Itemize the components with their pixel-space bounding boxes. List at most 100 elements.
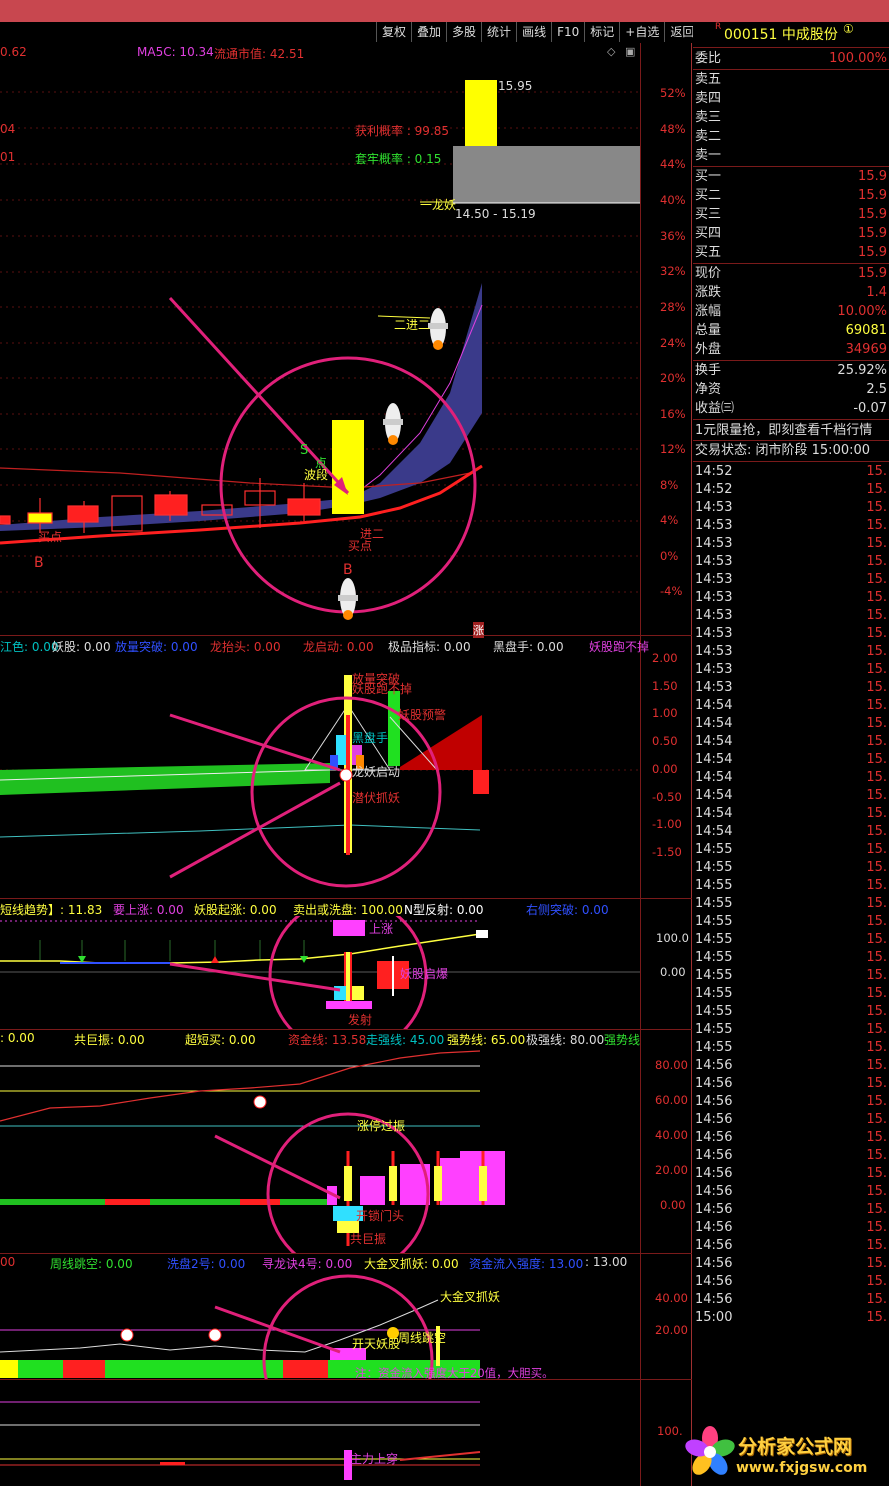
ind3-label-zhangting: 涨停过振 [357, 1119, 406, 1133]
dian-label: 点 [315, 456, 328, 470]
tick-row: 14:53 15. [693, 679, 889, 697]
tick-price: 15. [866, 986, 887, 1001]
tick-price: 15. [866, 1310, 887, 1325]
tick-price: 15. [866, 644, 887, 659]
toolbar-button-biaoji[interactable]: 标记 [584, 22, 619, 42]
pct-axis-label: 32% [660, 264, 686, 278]
tick-price: 15. [866, 770, 887, 785]
tick-price: 15. [866, 572, 887, 587]
ind3-chart [0, 1050, 505, 1253]
ind1-axis-label: 1.00 [652, 706, 678, 720]
tick-time: 14:55 [695, 842, 733, 857]
tick-row: 14:54 15. [693, 733, 889, 751]
tick-price: 15. [866, 662, 887, 677]
toolbar-button-tongji[interactable]: 统计 [481, 22, 516, 42]
tick-time: 14:56 [695, 1202, 733, 1217]
toolbar-button-zixuan[interactable]: +自选 [619, 22, 664, 42]
window-icon[interactable]: ▣ [625, 45, 635, 58]
tick-row: 14:56 15. [693, 1147, 889, 1165]
toolbar-button-duogu[interactable]: 多股 [446, 22, 481, 42]
tick-row: 14:55 15. [693, 895, 889, 913]
sell-row: 卖五 [695, 72, 722, 87]
pane-separator [0, 898, 692, 899]
pct-axis-label: 20% [660, 371, 686, 385]
tick-price: 15. [866, 914, 887, 929]
tick-price: 15. [866, 716, 887, 731]
tick-time: 15:00 [695, 1310, 733, 1325]
tick-row: 14:55 15. [693, 1003, 889, 1021]
ind2-label-fashe: 发射 [348, 1013, 373, 1027]
tick-price: 15. [866, 788, 887, 803]
tick-row: 14:54 15. [693, 805, 889, 823]
tick-row: 14:53 15. [693, 535, 889, 553]
tick-price: 15. [866, 1184, 887, 1199]
pct-axis-label: 44% [660, 157, 686, 171]
pct-axis-label: 0% [660, 549, 679, 563]
ind4-header-item: : 13.00 [585, 1255, 628, 1269]
ind1-label-heipanshou: 黑盘手 [352, 731, 389, 745]
tick-time: 14:54 [695, 734, 733, 749]
tick-row: 14:56 15. [693, 1291, 889, 1309]
tick-price: 15. [866, 1148, 887, 1163]
ind4-chart [0, 1274, 480, 1379]
tick-price: 15. [866, 1274, 887, 1289]
ind1-header-item: 放量突破: 0.00 [115, 640, 198, 654]
tick-price: 15. [866, 824, 887, 839]
tick-row: 14:54 15. [693, 787, 889, 805]
tick-row: 14:55 15. [693, 1021, 889, 1039]
stat-row: 换手 25.92% [695, 363, 887, 378]
tick-row: 14:56 15. [693, 1093, 889, 1111]
float-market-value: 流通市值: 42.51 [214, 47, 305, 61]
toolbar-button-diejia[interactable]: 叠加 [411, 22, 446, 42]
stock-code-name[interactable]: 000151 中成股份 [724, 24, 838, 44]
ind1-header-item: 黑盘手: 0.00 [493, 640, 564, 654]
tick-time: 14:53 [695, 608, 733, 623]
tick-row: 14:53 15. [693, 625, 889, 643]
axis-divider [640, 43, 641, 1486]
tick-time: 14:54 [695, 716, 733, 731]
ind3-header-item: : 0.00 [0, 1031, 35, 1045]
diamond-icon[interactable]: ◇ [607, 45, 615, 58]
ind3-label-gongjuzhen: 共巨振 [350, 1232, 387, 1246]
tick-row: 14:55 15. [693, 949, 889, 967]
pct-axis-label: 40% [660, 193, 686, 207]
stock-marker: R [715, 22, 722, 32]
pane-separator [0, 1253, 692, 1254]
trap-prob-label: 套牢概率 : 0.15 [355, 152, 442, 166]
tick-row: 14:54 15. [693, 823, 889, 841]
tick-price: 15. [866, 896, 887, 911]
tick-row: 14:55 15. [693, 913, 889, 931]
tick-time: 14:55 [695, 1004, 733, 1019]
tick-time: 14:55 [695, 968, 733, 983]
tick-price: 15. [866, 950, 887, 965]
promo-link[interactable]: 1元限量抢，即刻查看千档行情 [693, 421, 889, 440]
tick-row: 14:54 15. [693, 769, 889, 787]
watermark-name: 分析家公式网 [738, 1436, 853, 1458]
tick-price: 15. [866, 680, 887, 695]
toolbar-button-fuquan[interactable]: 复权 [376, 22, 411, 42]
main-header-left: 0.62 [0, 45, 27, 59]
tick-time: 14:56 [695, 1166, 733, 1181]
toolbar-button-huaxian[interactable]: 画线 [516, 22, 551, 42]
chart-area[interactable]: 0.62 MA5C: 10.34 流通市值: 42.51 ◇ ▣ 15.95 获… [0, 43, 692, 1486]
pct-axis-label: 12% [660, 442, 686, 456]
tick-time: 14:56 [695, 1256, 733, 1271]
ind1-label-longyao: 龙妖启动 [352, 765, 401, 779]
stock-circle-badge: ① [843, 22, 854, 36]
ind4-axis-label: 40.00 [655, 1291, 688, 1305]
toolbar-button-f10[interactable]: F10 [551, 22, 584, 42]
tick-price: 15. [866, 1292, 887, 1307]
tick-price: 15. [866, 1220, 887, 1235]
stat-row: 涨跌 1.4 [695, 285, 887, 300]
tick-price: 15. [866, 608, 887, 623]
tick-row: 14:55 15. [693, 877, 889, 895]
stat-row: 涨幅 10.00% [695, 304, 887, 319]
sell-row: 卖四 [695, 91, 722, 106]
tick-time: 14:53 [695, 518, 733, 533]
ind1-label-yaogu-pao: 妖股跑不掉 [352, 682, 413, 696]
tick-row: 15:00 15. [693, 1309, 889, 1327]
tick-time: 14:54 [695, 806, 733, 821]
tick-price: 15. [866, 860, 887, 875]
pct-axis-label: 16% [660, 407, 686, 421]
tick-row: 14:55 15. [693, 1039, 889, 1057]
